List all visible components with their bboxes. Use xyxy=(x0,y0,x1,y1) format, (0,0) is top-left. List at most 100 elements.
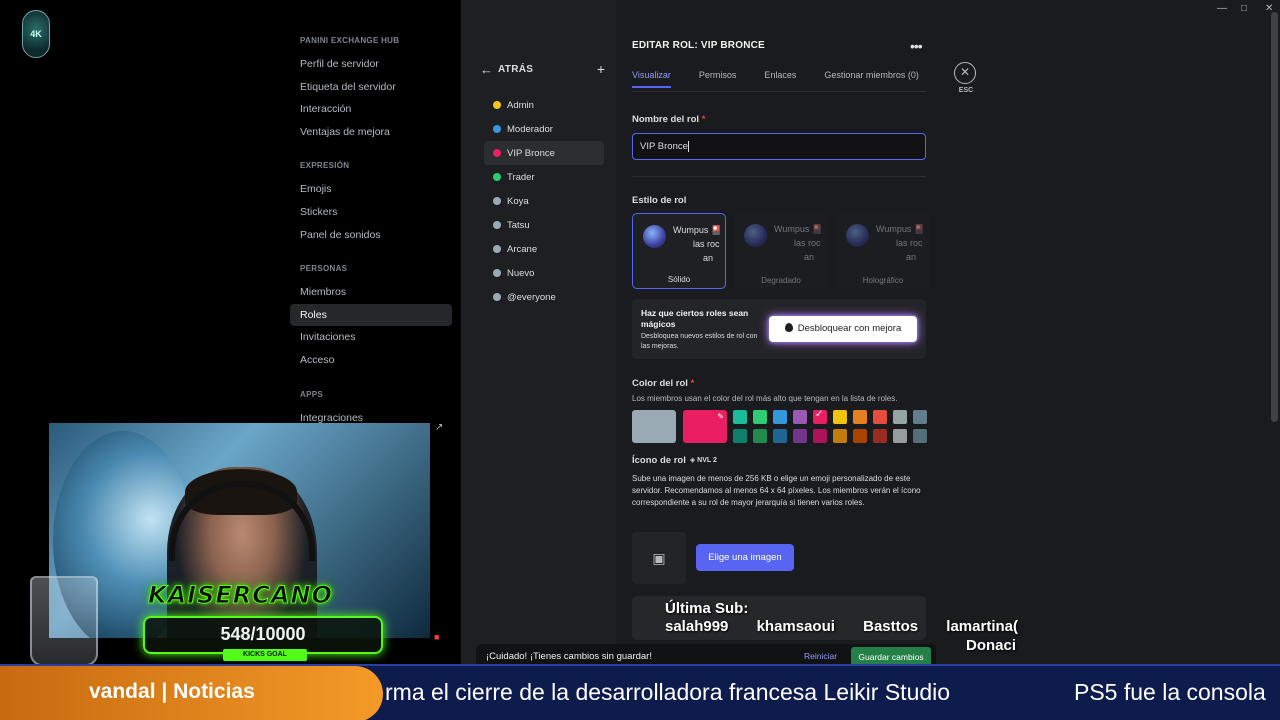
more-options-icon[interactable]: ••• xyxy=(910,38,923,54)
color-swatch[interactable] xyxy=(913,429,927,443)
preview-line: Wumpus 🎴 xyxy=(876,224,926,234)
role-color-hint: Los miembros usan el color del rol más a… xyxy=(632,394,898,403)
role-item-nuevo[interactable]: Nuevo xyxy=(484,261,604,285)
color-swatch[interactable]: ✓ xyxy=(813,409,827,424)
color-swatch[interactable] xyxy=(893,410,907,424)
nav-item-miembros[interactable]: Miembros xyxy=(290,281,460,304)
style-name: Sólido xyxy=(667,275,691,284)
style-option-solid[interactable]: Wumpus 🎴 las roc an Sólido xyxy=(632,213,726,289)
nav-section-title: PERSONAS xyxy=(300,264,348,274)
color-swatch[interactable] xyxy=(873,429,887,443)
style-name: Degradado xyxy=(761,276,801,285)
nav-item-sonidos[interactable]: Panel de sonidos xyxy=(290,224,460,247)
nav-item-etiqueta[interactable]: Etiqueta del servidor xyxy=(290,76,460,99)
image-placeholder[interactable]: ▣ xyxy=(632,532,686,584)
color-swatch[interactable] xyxy=(733,410,747,424)
nav-item-stickers[interactable]: Stickers xyxy=(290,201,460,224)
role-item-everyone[interactable]: @everyone xyxy=(484,285,604,309)
nav-section-title: APPS xyxy=(300,389,323,399)
sub-name: Basttos xyxy=(863,618,919,635)
choose-image-button[interactable]: Elige una imagen xyxy=(696,544,794,571)
role-item-koya[interactable]: Koya xyxy=(484,189,604,213)
role-name: @everyone xyxy=(507,291,556,303)
role-color-dot xyxy=(493,293,501,301)
role-icon-label-text: Ícono de rol xyxy=(632,455,686,466)
role-name: VIP Bronce xyxy=(507,147,555,159)
role-item-arcane[interactable]: Arcane xyxy=(484,237,604,261)
tab-permisos[interactable]: Permisos xyxy=(699,70,737,88)
nav-section: PERSONAS Miembros Roles Invitaciones Acc… xyxy=(290,264,460,371)
default-color-swatch[interactable] xyxy=(632,410,676,443)
color-swatch[interactable] xyxy=(853,410,867,424)
role-item-trader[interactable]: Trader xyxy=(484,165,604,189)
role-item-admin[interactable]: Admin xyxy=(484,93,604,117)
role-color-dot xyxy=(493,245,501,253)
color-swatch[interactable] xyxy=(833,410,847,424)
preview-line: an xyxy=(703,253,714,263)
tab-gestionar-miembros[interactable]: Gestionar miembros (0) xyxy=(824,70,919,88)
color-swatch[interactable] xyxy=(773,410,787,424)
role-name: Arcane xyxy=(507,243,538,255)
color-swatch[interactable] xyxy=(793,429,807,443)
editor-title: EDITAR ROL: VIP BRONCE xyxy=(632,40,765,51)
close-button[interactable]: ✕ ESC xyxy=(954,62,978,94)
color-swatch[interactable] xyxy=(873,410,887,424)
color-swatch[interactable] xyxy=(773,429,787,443)
nav-item-perfil[interactable]: Perfil de servidor xyxy=(290,53,460,76)
external-link-icon[interactable]: ↗ xyxy=(435,422,443,433)
avatar xyxy=(846,224,869,247)
tab-enlaces[interactable]: Enlaces xyxy=(764,70,796,88)
reset-button[interactable]: Reiniciar xyxy=(804,651,837,661)
minimize-icon[interactable]: — xyxy=(1217,3,1227,14)
role-color-dot xyxy=(493,197,501,205)
nav-item-roles[interactable]: Roles xyxy=(290,303,452,327)
nav-item-invitaciones[interactable]: Invitaciones xyxy=(290,326,460,349)
unlock-with-boost-button[interactable]: Desbloquear con mejora xyxy=(769,316,917,342)
style-preview-text: Wumpus 🎴 las roc an xyxy=(673,223,722,265)
color-swatch[interactable] xyxy=(913,410,927,424)
nav-item-acceso[interactable]: Acceso xyxy=(290,349,460,372)
tab-visualizar[interactable]: Visualizar xyxy=(632,70,671,88)
role-color-label: Color del rol * xyxy=(632,378,694,389)
preview-line: las roc xyxy=(896,238,923,248)
role-color-label-text: Color del rol xyxy=(632,378,688,389)
style-option-holographic[interactable]: Wumpus 🎴 las roc an Holográfico xyxy=(836,213,930,289)
role-item-moderador[interactable]: Moderador xyxy=(484,117,604,141)
color-swatch[interactable] xyxy=(893,429,907,443)
back-button[interactable]: ← ATRÁS + xyxy=(480,58,605,80)
nav-item-emojis[interactable]: Emojis xyxy=(290,178,460,201)
nav-gap xyxy=(290,143,460,161)
color-swatch[interactable] xyxy=(833,429,847,443)
kicks-goal-box: 548/10000 KICKS GOAL xyxy=(143,616,383,661)
back-label: ATRÁS xyxy=(498,63,534,75)
nav-item-ventajas[interactable]: Ventajas de mejora xyxy=(290,121,460,144)
trash-icon[interactable]: ■ xyxy=(434,632,439,642)
nav-item-interaccion[interactable]: Interacción xyxy=(290,98,460,121)
ticker-headline: rma el cierre de la desarrolladora franc… xyxy=(385,679,951,705)
news-ticker: vandal | Noticias rma el cierre de la de… xyxy=(0,664,1280,720)
nav-section: PANINI EXCHANGE HUB Perfil de servidor E… xyxy=(290,36,460,143)
plus-icon[interactable]: + xyxy=(597,61,605,77)
style-option-gradient[interactable]: Wumpus 🎴 las roc an Degradado xyxy=(734,213,828,289)
server-logo[interactable]: 4K xyxy=(22,10,50,58)
role-item-vip-bronce[interactable]: VIP Bronce xyxy=(484,141,604,165)
color-swatch[interactable] xyxy=(853,429,867,443)
role-item-tatsu[interactable]: Tatsu xyxy=(484,213,604,237)
editor-tabs: Visualizar Permisos Enlaces Gestionar mi… xyxy=(632,70,947,88)
text-caret xyxy=(687,140,689,152)
arrow-left-icon: ← xyxy=(480,61,493,77)
maximize-icon[interactable]: □ xyxy=(1241,3,1247,14)
role-name-input[interactable]: VIP Bronce xyxy=(632,133,926,160)
color-swatch[interactable] xyxy=(733,429,747,443)
role-name-label: Nombre del rol * xyxy=(632,114,705,125)
color-swatch[interactable] xyxy=(753,410,767,424)
scrollbar[interactable] xyxy=(1271,12,1278,422)
color-swatch[interactable] xyxy=(793,410,807,424)
custom-color-swatch[interactable]: ✎ xyxy=(683,410,727,443)
avatar xyxy=(744,224,767,247)
window-close-icon[interactable]: ✕ xyxy=(1265,3,1273,14)
ticker-label-box: vandal | Noticias xyxy=(0,666,383,720)
color-swatch[interactable] xyxy=(753,429,767,443)
color-swatch[interactable] xyxy=(813,429,827,443)
pencil-icon: ✎ xyxy=(717,412,724,421)
